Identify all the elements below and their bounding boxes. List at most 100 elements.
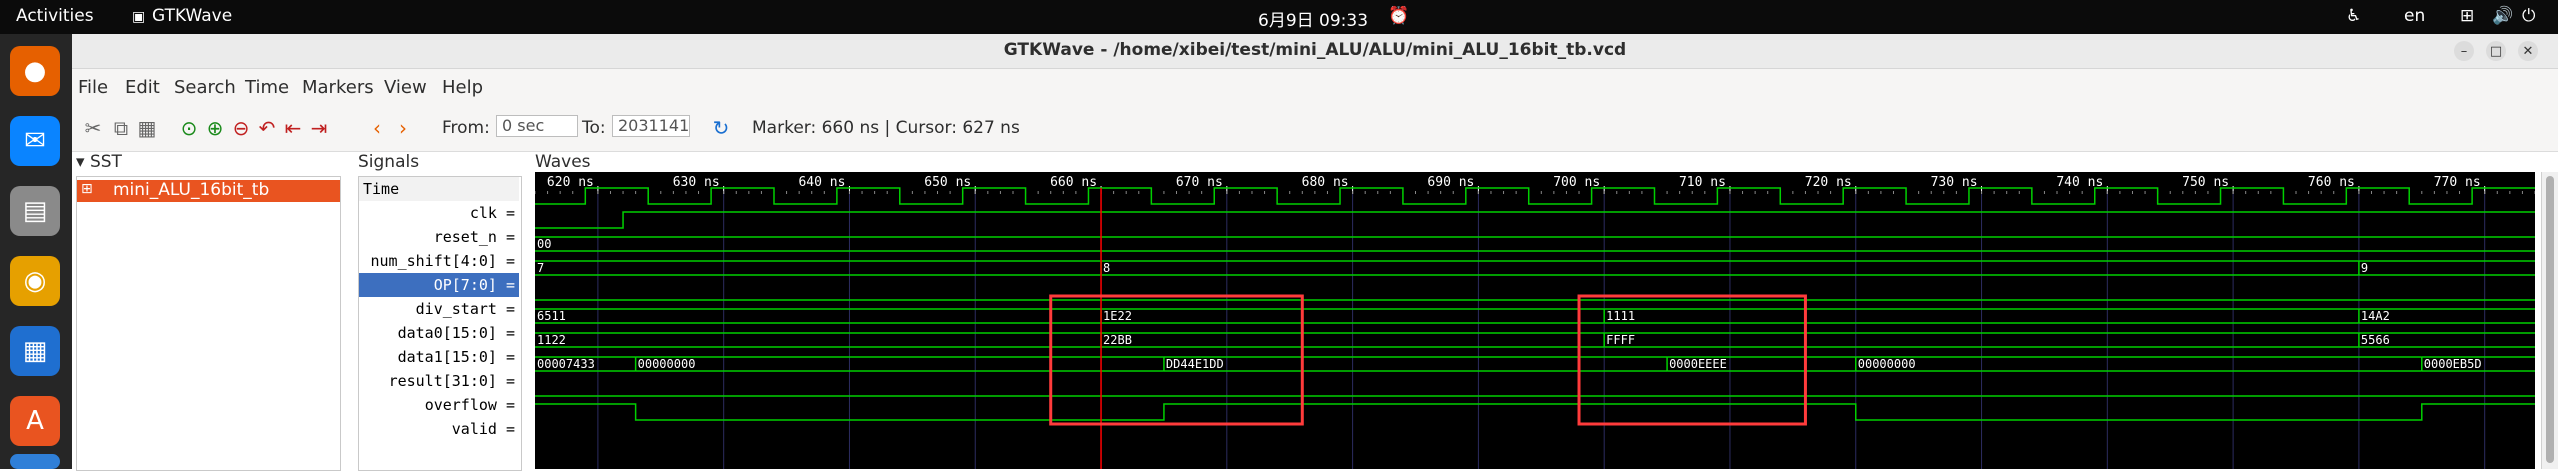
data1-value: FFFF (1606, 333, 1635, 347)
next-edge-icon[interactable]: › (390, 115, 416, 141)
tree-expand-icon[interactable]: ⊞ (81, 181, 93, 197)
rhythmbox-icon[interactable]: ◉ (10, 256, 60, 306)
dock: ● ✉ ▤ ◉ ▦ A (0, 34, 72, 469)
to-field[interactable]: 20311415 (612, 115, 690, 137)
toolbar: ✂ ⧉ ▦ ⊙ ⊕ ⊖ ↶ ⇤ ⇥ ‹ › From: 0 sec To: 20… (72, 105, 2558, 152)
writer-icon[interactable]: ▦ (10, 326, 60, 376)
copy-icon[interactable]: ⧉ (108, 115, 134, 141)
power-icon[interactable]: ⏻ (2522, 6, 2535, 26)
reset-n-trace (535, 211, 2535, 229)
signal-time-header: Time (359, 177, 519, 201)
result-value: 0000EB5D (2424, 357, 2482, 371)
activities-button[interactable]: Activities (16, 6, 94, 26)
paste-icon[interactable]: ▦ (134, 115, 160, 141)
language-indicator[interactable]: en (2404, 6, 2425, 26)
previous-edge-icon[interactable]: ‹ (364, 115, 390, 141)
result-value: 00000000 (1858, 357, 1916, 371)
result-segment (1855, 356, 2422, 372)
minimize-button[interactable]: – (2454, 41, 2474, 61)
signals-label: Signals (358, 152, 420, 172)
op-value: 8 (1103, 261, 1110, 275)
signal-num-shift[interactable]: num_shift[4:0] = (359, 249, 519, 273)
data0-value: 6511 (537, 309, 566, 323)
menu-file[interactable]: File (78, 77, 108, 98)
signal-reset-n[interactable]: reset_n = (359, 225, 519, 249)
result-value: 00000000 (638, 357, 696, 371)
signals-list: Time clk = reset_n = num_shift[4:0] = OP… (358, 176, 522, 471)
num-shift-segment (535, 236, 2535, 252)
waves-view[interactable]: 620 ns 630 ns 640 ns 650 ns 660 ns 670 ns 680 … (534, 172, 2536, 469)
valid-trace (535, 403, 2535, 421)
signal-clk[interactable]: clk = (359, 201, 519, 225)
sst-item-label: mini_ALU_16bit_tb (113, 180, 270, 200)
result-value: 0000EEEE (1669, 357, 1727, 371)
signal-div-start[interactable]: div_start = (359, 297, 519, 321)
menu-view[interactable]: View (384, 77, 427, 98)
expander-icon: ▾ (76, 152, 90, 172)
op-value: 7 (537, 261, 544, 275)
clock[interactable]: 6月9日 09:33 (1258, 6, 1368, 31)
maximize-button[interactable]: □ (2486, 41, 2506, 61)
firefox-icon[interactable]: ● (10, 46, 60, 96)
vertical-scrollbar[interactable] (2541, 172, 2558, 469)
result-segment (1163, 356, 1668, 372)
result-segment (634, 356, 1164, 372)
waves-label: Waves (535, 152, 591, 172)
network-icon[interactable]: ⊞ (2460, 6, 2474, 26)
to-label: To: (582, 118, 606, 138)
sst-tree: ⊞ mini_ALU_16bit_tb (76, 176, 341, 471)
system-top-bar: Activities ▣ GTKWave 6月9日 09:33 ⏰ ♿ en ⊞… (0, 0, 2558, 34)
result-value: 00007433 (537, 357, 595, 371)
sst-label-text: SST (89, 152, 122, 172)
app-menu-button[interactable]: GTKWave (152, 6, 232, 26)
zoom-in-icon[interactable]: ⊕ (202, 115, 228, 141)
data1-segment (535, 332, 1102, 348)
zoom-end-icon[interactable]: ⇥ (306, 115, 332, 141)
signal-result[interactable]: result[31:0] = (359, 369, 519, 393)
signal-overflow[interactable]: overflow = (359, 393, 519, 417)
thunderbird-icon[interactable]: ✉ (10, 116, 60, 166)
window-title: GTKWave - /home/xibei/test/mini_ALU/ALU/… (1003, 40, 1627, 60)
app-menu-icon: ▣ (132, 9, 146, 25)
data1-value: 5566 (2361, 333, 2390, 347)
menu-markers[interactable]: Markers (302, 77, 374, 98)
menu-search[interactable]: Search (174, 77, 236, 98)
help-icon[interactable] (10, 454, 60, 469)
menu-help[interactable]: Help (442, 77, 483, 98)
result-value: DD44E1DD (1166, 357, 1224, 371)
close-button[interactable]: ✕ (2518, 41, 2538, 61)
undo-zoom-icon[interactable]: ↶ (254, 115, 280, 141)
signal-data1[interactable]: data1[15:0] = (359, 345, 519, 369)
data0-segment (535, 308, 1102, 324)
data1-value: 22BB (1103, 333, 1132, 347)
menu-edit[interactable]: Edit (125, 77, 160, 98)
op-segment (535, 260, 1102, 276)
zoom-out-icon[interactable]: ⊖ (228, 115, 254, 141)
data0-value: 14A2 (2361, 309, 2390, 323)
reload-icon[interactable]: ↻ (708, 115, 734, 141)
menu-time[interactable]: Time (245, 77, 289, 98)
volume-icon[interactable]: 🔊 (2492, 6, 2513, 26)
zoom-fit-icon[interactable]: ⊙ (176, 115, 202, 141)
data1-value: 1122 (537, 333, 566, 347)
sst-label[interactable]: ▾ SST (76, 152, 122, 172)
op-segment (2358, 260, 2535, 276)
signal-data0[interactable]: data0[15:0] = (359, 321, 519, 345)
marker-cursor-status: Marker: 660 ns | Cursor: 627 ns (752, 118, 1020, 138)
sst-item-mini-alu-tb[interactable]: ⊞ mini_ALU_16bit_tb (77, 180, 340, 202)
zoom-start-icon[interactable]: ⇤ (280, 115, 306, 141)
signal-op[interactable]: OP[7:0] = (359, 273, 519, 297)
alarm-icon: ⏰ (1388, 6, 1410, 26)
data0-value: 1111 (1606, 309, 1635, 323)
op-value: 9 (2361, 261, 2368, 275)
accessibility-icon[interactable]: ♿ (2346, 6, 2361, 26)
cut-icon[interactable]: ✂ (80, 115, 106, 141)
waveform-canvas[interactable]: 620 ns 630 ns 640 ns 650 ns 660 ns 670 ns 680 … (534, 172, 2536, 469)
from-field[interactable]: 0 sec (496, 115, 578, 137)
files-icon[interactable]: ▤ (10, 186, 60, 236)
scrollbar-thumb[interactable] (2546, 176, 2554, 463)
software-center-icon[interactable]: A (10, 396, 60, 446)
signal-valid[interactable]: valid = (359, 417, 519, 441)
window-title-bar: GTKWave - /home/xibei/test/mini_ALU/ALU/… (72, 34, 2558, 69)
menu-bar: File Edit Search Time Markers View Help (72, 69, 2558, 105)
